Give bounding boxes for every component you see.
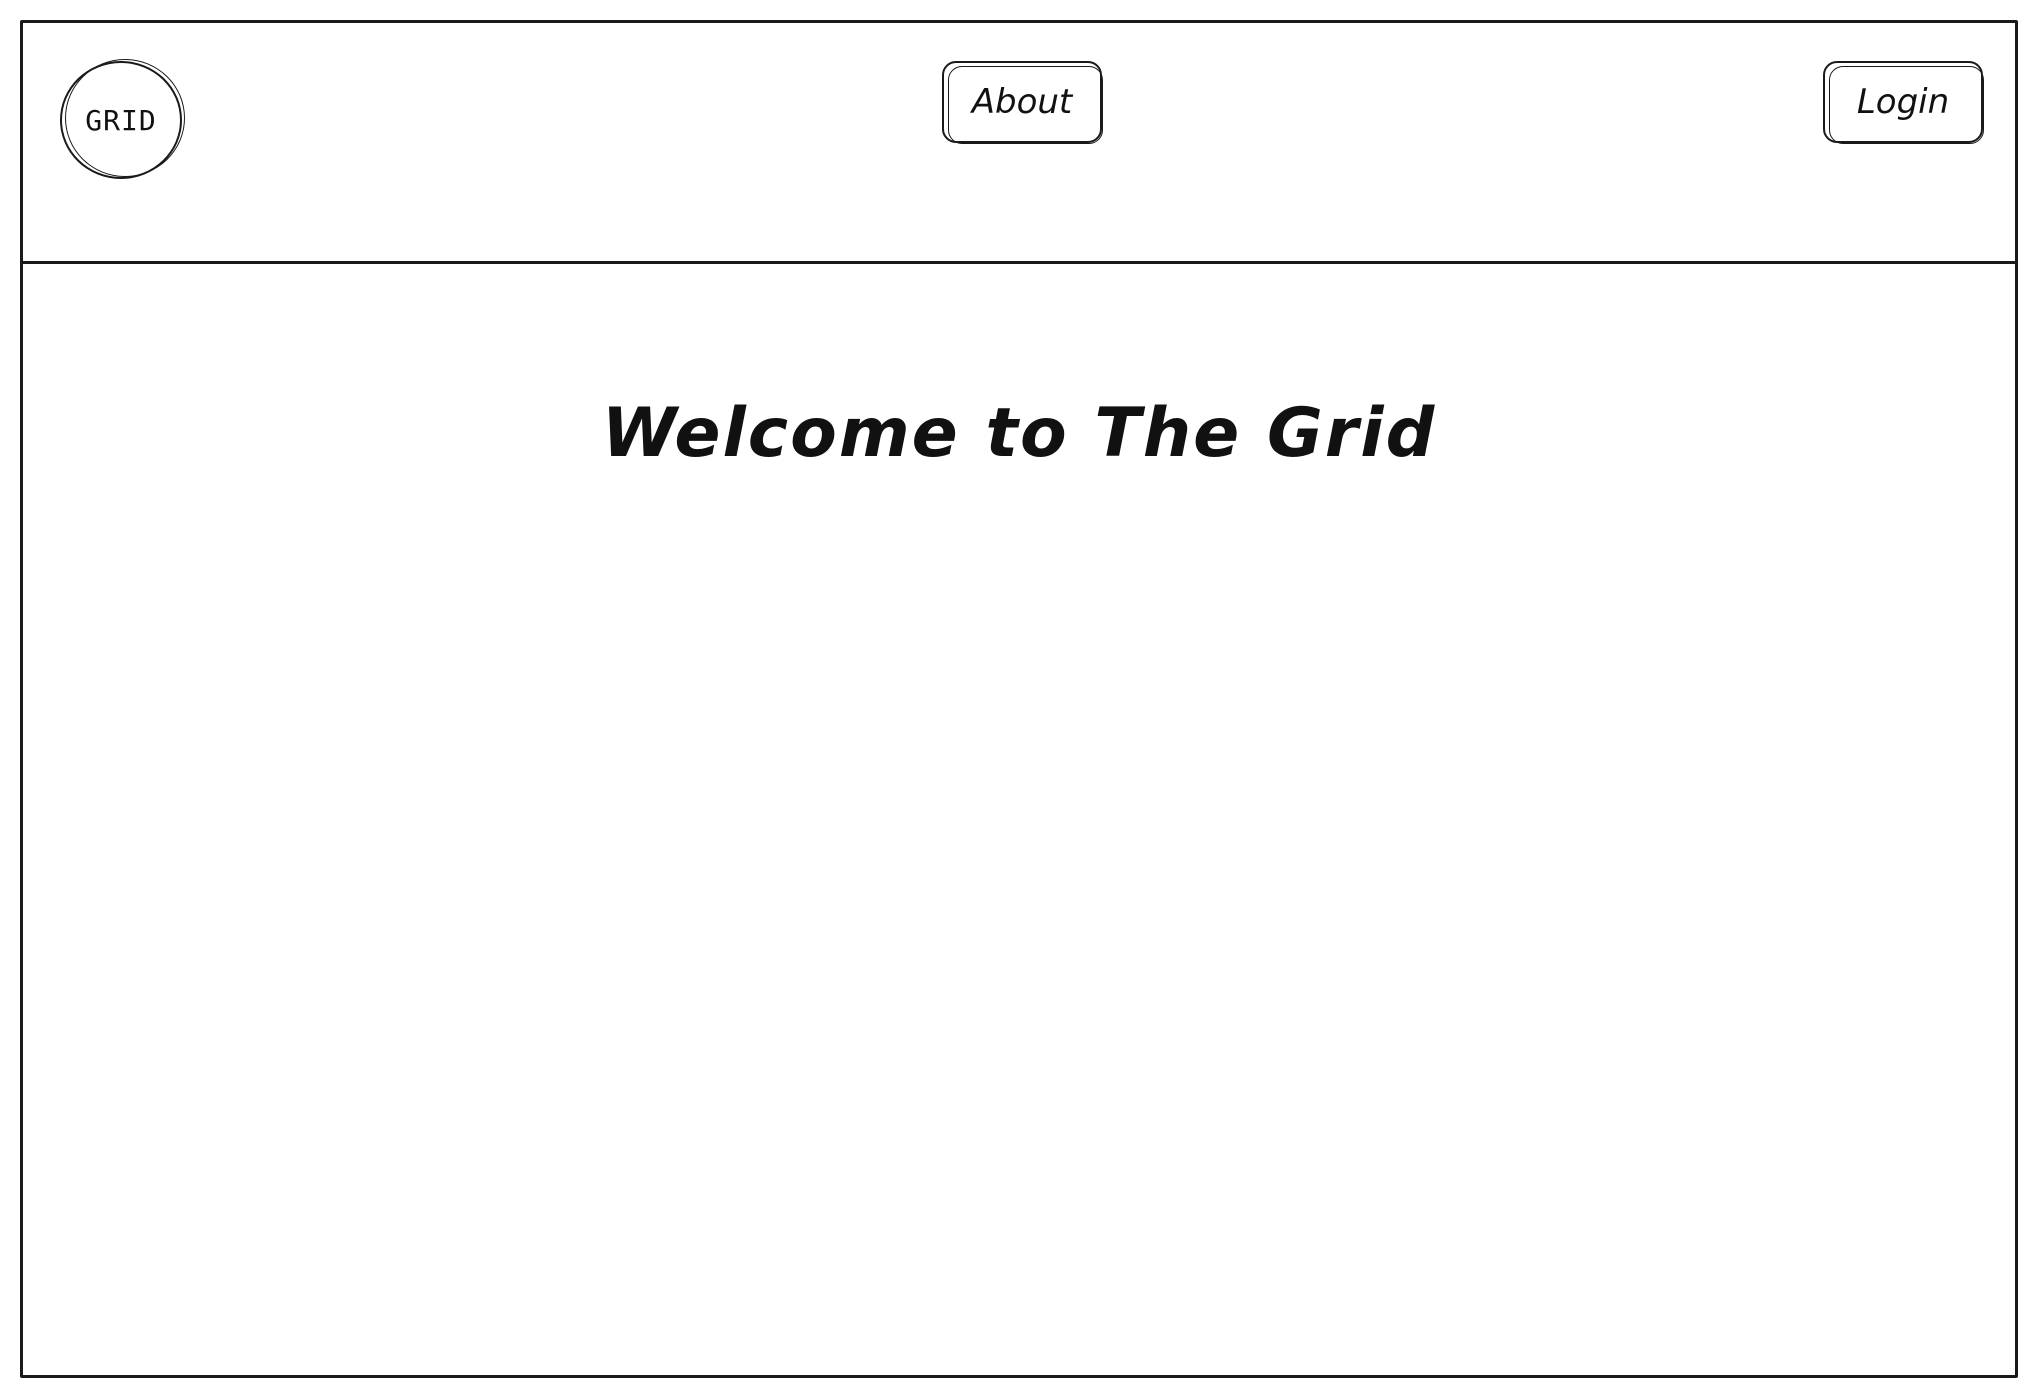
- page-frame: GRID About Login Welcome to The Grid: [20, 20, 2018, 1378]
- top-header: GRID About Login: [23, 23, 2015, 264]
- about-button[interactable]: About: [942, 61, 1103, 144]
- logo-text: GRID: [85, 103, 157, 137]
- welcome-heading: Welcome to The Grid: [601, 393, 1437, 473]
- grid-logo[interactable]: GRID: [60, 59, 185, 179]
- main-content: Welcome to The Grid: [23, 264, 2015, 1375]
- login-button[interactable]: Login: [1823, 61, 1984, 144]
